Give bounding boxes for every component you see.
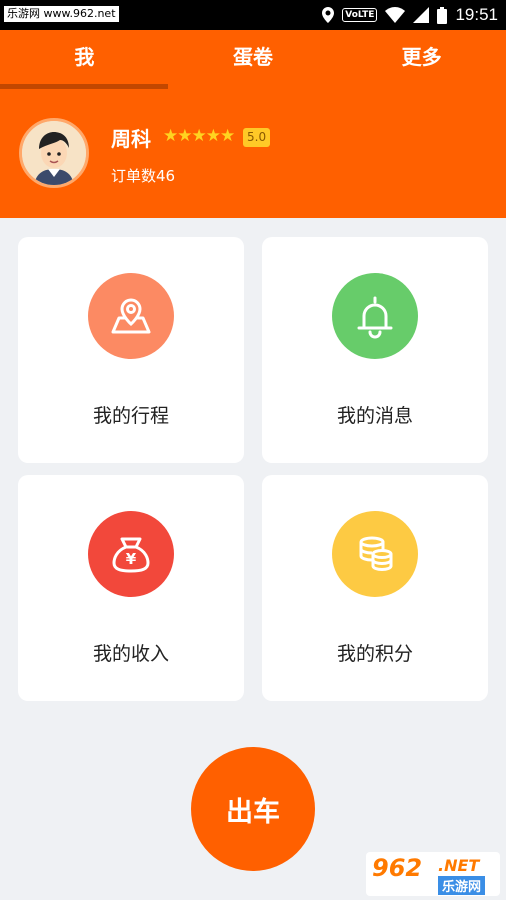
bell-icon	[332, 273, 418, 359]
watermark-number: 962	[372, 854, 423, 882]
coins-icon	[332, 511, 418, 597]
card-label: 我的收入	[92, 643, 169, 665]
card-my-income[interactable]: ¥ 我的收入	[18, 475, 244, 701]
watermark-logo: 962 .NET 乐游网	[366, 852, 500, 896]
volte-badge: VoLTE	[342, 8, 378, 22]
card-label: 我的消息	[336, 405, 413, 427]
avatar-illustration	[22, 121, 86, 185]
money-bag-icon: ¥	[88, 511, 174, 597]
card-label: 我的行程	[92, 405, 169, 427]
wifi-icon	[385, 7, 406, 23]
watermark-net: .NET	[438, 856, 480, 875]
card-my-trips[interactable]: 我的行程	[18, 237, 244, 463]
order-count: 订单数46	[111, 167, 176, 185]
svg-text:¥: ¥	[126, 550, 137, 568]
status-bar: 乐游网 www.962.net VoLTE 19:51	[0, 0, 506, 30]
watermark-cn: 乐游网	[438, 876, 486, 895]
status-icons: VoLTE 19:51	[322, 0, 498, 30]
site-label: 乐游网 www.962.net	[4, 6, 119, 22]
card-my-points[interactable]: 我的积分	[262, 475, 488, 701]
tab-me[interactable]: 我	[0, 30, 169, 90]
signal-icon	[413, 7, 430, 23]
map-pin-icon	[88, 273, 174, 359]
active-tab-indicator	[0, 84, 168, 89]
header: 我 蛋卷 更多 周科 ★★★★★ 5.0 订单数46	[0, 30, 506, 218]
avatar[interactable]	[19, 118, 89, 188]
start-driving-button[interactable]: 出车	[191, 747, 315, 871]
tab-more[interactable]: 更多	[337, 30, 506, 90]
user-name: 周科	[111, 127, 151, 151]
clock: 19:51	[455, 5, 498, 24]
card-label: 我的积分	[336, 643, 413, 665]
battery-icon	[437, 6, 448, 24]
rating-badge: 5.0	[243, 128, 271, 147]
tab-danjuan[interactable]: 蛋卷	[169, 30, 338, 90]
card-my-messages[interactable]: 我的消息	[262, 237, 488, 463]
tab-bar: 我 蛋卷 更多	[0, 30, 506, 90]
star-rating: ★★★★★	[163, 126, 235, 146]
location-icon	[322, 7, 335, 23]
